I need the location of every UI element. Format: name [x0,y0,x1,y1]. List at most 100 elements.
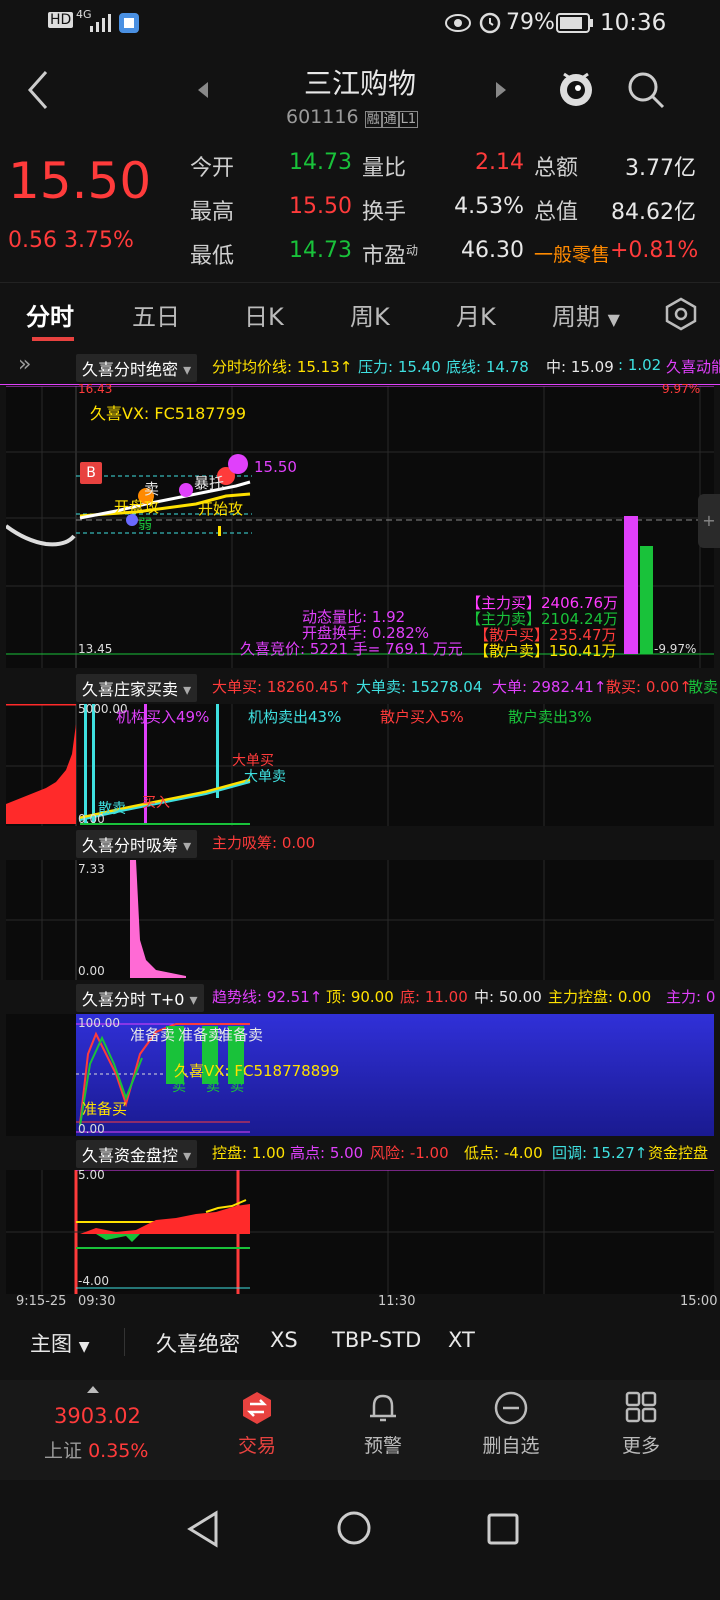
tab-xt[interactable]: XT [448,1328,475,1352]
change-value: 0.56 [8,228,57,253]
volume-ratio-value: 2.14 [475,150,524,175]
ready-sell-1: 准备卖 [130,1026,176,1044]
time-label-open: 09:30 [78,1294,116,1309]
nav-alert[interactable]: 预警 [328,1390,438,1458]
quote-panel: 15.50 0.56 3.75% 今开 14.73 量比 2.14 总额 3.7… [0,138,720,278]
indicator-tabs: 主图 ▼ 久喜绝密 XS TBP-STD XT [0,1318,720,1370]
big-order-chart[interactable]: 5000.00 0.00 机构买入49% 机构卖出43% 散户买入5% 散户卖出… [6,702,714,828]
tab-five-day[interactable]: 五日 [132,297,180,332]
pane1-selector[interactable]: 久喜分时绝密 [76,354,198,382]
battery-icon [556,13,593,33]
nav-more-label: 更多 [621,1435,660,1457]
index-value[interactable]: 3903.02 [54,1404,141,1428]
expand-icon[interactable]: » [18,352,31,377]
side-panel-handle[interactable]: + [698,494,720,548]
pane2-selector[interactable]: 久喜庄家买卖 [76,674,198,702]
nav-trade-label: 交易 [237,1435,276,1457]
tab-jiuxi-secret[interactable]: 久喜绝密 [156,1328,240,1358]
accumulation-chart[interactable]: 7.33 0.00 [6,860,714,980]
inst-buy-ratio: 机构买入49% [116,708,210,726]
back-arrow-icon[interactable] [26,70,50,110]
stock-name: 三江购物 [303,67,416,100]
signal-icon [90,14,111,32]
risk-value: 风险: -1.00 [370,1144,449,1162]
tab-tbp-std[interactable]: TBP-STD [332,1328,421,1352]
stock-header: 三江购物 601116 融通 L1 [0,52,720,134]
time-label-close: 15:00 [680,1294,718,1309]
tab-period[interactable]: 周期 ▼ [552,297,620,332]
tab-xs[interactable]: XS [270,1328,298,1352]
market-cap-value: 84.62亿 [611,200,696,225]
next-stock-icon[interactable] [494,80,508,100]
bottom-value: 底: 11.00 [400,988,468,1006]
fund-control-chart[interactable]: 5.00 -4.00 [6,1168,714,1294]
mascot-icon[interactable] [556,66,596,110]
settings-hexagon-icon[interactable] [664,297,698,331]
time-label-auction: 9:15-25 [16,1294,67,1309]
big-sell-label: 大单卖 [244,769,286,785]
index-change: 0.35% [88,1440,149,1462]
bottom-nav: 3903.02 上证 0.35% 交易 预警 删自选 更多 [0,1380,720,1480]
tab-monthly-k[interactable]: 月K [456,297,496,332]
sector-change[interactable]: +0.81% [610,238,698,263]
sector-label[interactable]: 一般零售 [534,240,610,267]
tab-daily-k[interactable]: 日K [244,297,284,332]
pane5-bottom-value: -4.00 [78,1274,110,1288]
low-label: 最低 [190,244,235,269]
high-point-value: 高点: 5.00 [290,1144,364,1162]
main-accumulation-value: 主力吸筹: 0.00 [212,834,316,852]
nav-remove-watchlist[interactable]: 删自选 [456,1390,566,1458]
turnover-value: 4.53% [454,194,524,219]
top-value: 顶: 90.00 [326,988,394,1006]
nav-remove-label: 删自选 [482,1435,540,1457]
index-name: 上证 [44,1440,83,1462]
search-icon[interactable] [626,70,666,110]
intraday-price-chart[interactable]: 16.43 13.45 9.97% -9.97% 久喜VX: FC5187799… [6,382,720,668]
nav-trade[interactable]: 交易 [202,1390,312,1458]
bell-icon [370,1394,396,1422]
system-recents-icon[interactable] [486,1512,520,1546]
fund-control-label: 资金控盘 [648,1144,709,1162]
main-chart-selector[interactable]: 主图 ▼ [30,1328,89,1358]
pane4-selector[interactable]: 久喜分时 T+0 [76,984,204,1012]
pe-label-text: 市盈 [362,244,407,269]
nav-alert-label: 预警 [363,1435,402,1457]
chevron-down-icon: ▼ [78,1339,90,1355]
low-point-value: 低点: -4.00 [464,1144,543,1162]
ready-sell-3: 准备卖 [218,1026,264,1044]
turnover-label: 换手 [362,200,407,225]
retail-buy-ratio: 散户买入5% [380,708,464,726]
open-value: 14.73 [289,150,352,175]
turnover-amount-label: 总额 [534,156,579,181]
control-value: 控盘: 1.00 [212,1144,286,1162]
big-net-value: 大单: 2982.41↑ [492,678,607,696]
time-axis: 9:15-25 09:30 11:30 15:00 [0,1294,720,1312]
pane3-selector[interactable]: 久喜分时吸筹 [76,830,198,858]
grid-icon [625,1391,657,1423]
tab-intraday[interactable]: 分时 [26,297,74,332]
nav-more[interactable]: 更多 [586,1390,696,1458]
caret-up-icon[interactable] [86,1384,100,1394]
change-percent: 3.75% [63,228,134,253]
bottom-pct-label: -9.97% [654,642,697,656]
inst-sell-ratio: 机构卖出43% [248,708,342,726]
pullback-value: 回调: 15.27↑ [552,1144,648,1162]
retail-sell-ratio: 散户卖出3% [508,708,592,726]
pane3-bottom-value: 0.00 [78,964,105,978]
sell-tag-3: 卖 [230,1079,244,1095]
high-mark-label: 15.50 [254,458,297,476]
tag-l1: L1 [398,111,419,128]
open-attack-label: 开盘攻 [114,498,160,516]
index-line[interactable]: 上证 0.35% [44,1436,148,1463]
retail-sell-label: 散卖 [688,678,719,696]
pane5-selector[interactable]: 久喜资金盘控 [76,1140,198,1168]
stock-code: 601116 [286,106,359,128]
time-label-noon: 11:30 [378,1294,416,1309]
prev-stock-icon[interactable] [196,80,210,100]
main-sell-bar [640,546,653,654]
t0-chart[interactable]: 100.00 0.00 准备卖 准备卖 准备卖 准备买 久喜VX: FC5187… [6,1014,714,1136]
system-back-icon[interactable] [186,1510,220,1548]
top-pct-label: 9.97% [662,382,701,396]
tab-weekly-k[interactable]: 周K [350,297,390,332]
system-home-icon[interactable] [336,1510,372,1546]
